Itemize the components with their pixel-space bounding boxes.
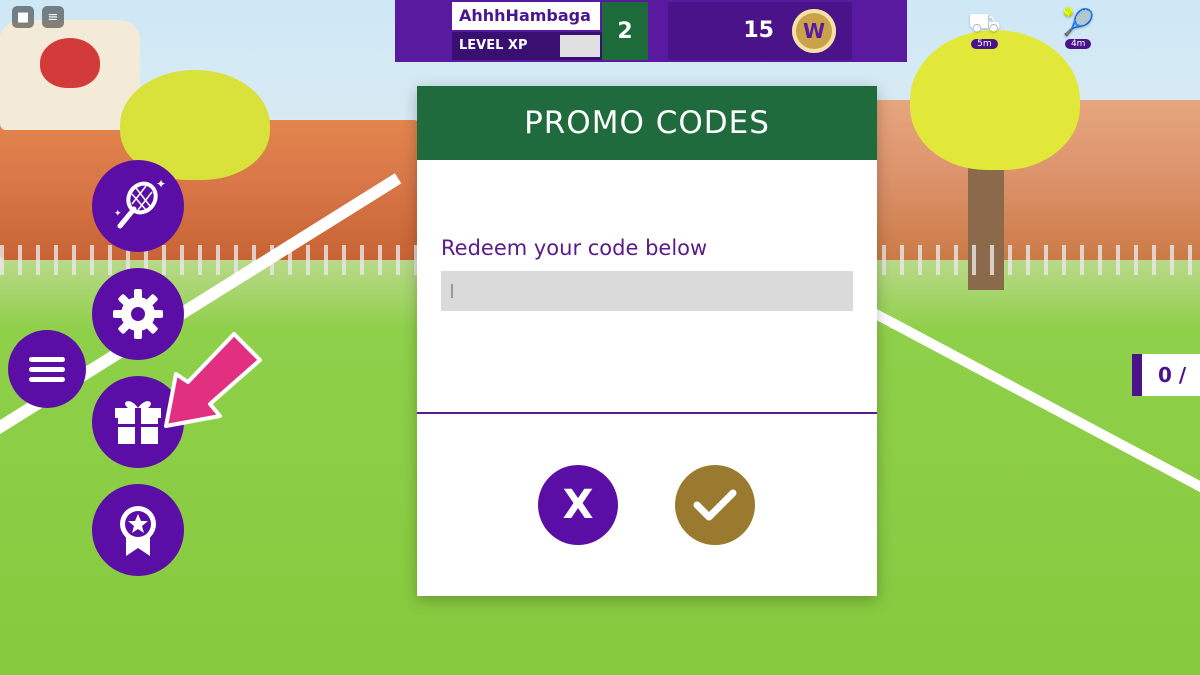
tennis-racket-icon: ✦ ✦ [114, 177, 166, 229]
lawn-mower-icon: ⛟ [968, 8, 1001, 38]
coin-count: 15 [743, 18, 774, 43]
cancel-button[interactable]: X [538, 465, 618, 545]
chat-icon[interactable]: ≡ [42, 6, 64, 28]
dialog-title: PROMO CODES [417, 86, 877, 160]
lawn-mower-marker: ⛟ 5m [968, 8, 1001, 49]
badge-icon [120, 506, 156, 556]
court-line-right [855, 300, 1200, 507]
tree-right [910, 30, 1080, 170]
counter: 0 / [1132, 354, 1200, 396]
gear-icon [113, 289, 163, 339]
roblox-logo-icon[interactable]: ■ [12, 6, 34, 28]
strawberry-decoration [40, 38, 100, 88]
coin-icon: W [792, 9, 836, 53]
menu-button[interactable] [8, 330, 86, 408]
promo-code-input[interactable] [441, 271, 853, 311]
player-level: 2 [602, 2, 648, 60]
svg-text:✦: ✦ [114, 209, 122, 219]
level-xp-label: LEVEL XP [452, 32, 602, 60]
coin-display: 15 W [668, 2, 852, 60]
close-icon: X [562, 482, 594, 528]
racket-marker: 🎾 4m [1062, 8, 1094, 49]
pointer-arrow-icon [164, 332, 262, 428]
hamburger-icon [29, 352, 65, 387]
xp-progress-bar [560, 35, 600, 57]
distance-label: 5m [971, 39, 998, 49]
tennis-racket-icon: 🎾 [1062, 8, 1095, 38]
roblox-system-icons: ■ ≡ [12, 6, 64, 28]
gift-icon [115, 401, 161, 444]
tennis-racket-button[interactable]: ✦ ✦ [92, 160, 184, 252]
text-caret [451, 284, 453, 298]
promo-codes-dialog: PROMO CODES Redeem your code below X [417, 86, 877, 596]
dialog-prompt: Redeem your code below [441, 236, 708, 260]
distance-label: 4m [1064, 39, 1092, 49]
player-name: AhhhHambaga [452, 2, 600, 30]
confirm-button[interactable] [675, 465, 755, 545]
svg-text:✦: ✦ [156, 177, 166, 191]
dialog-divider [417, 412, 877, 414]
check-icon [693, 489, 737, 521]
level-xp-text: LEVEL XP [459, 38, 528, 53]
badges-button[interactable] [92, 484, 184, 576]
